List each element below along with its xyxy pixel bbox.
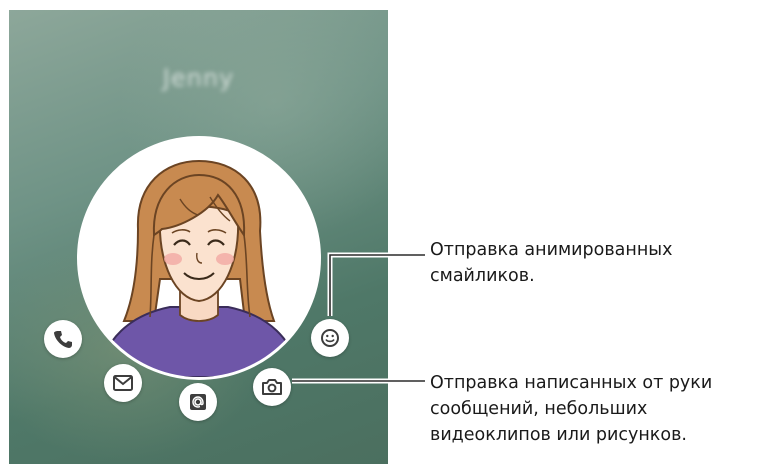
emoji-leader-line [329, 254, 425, 316]
camera-callout-line2: сообщений, небольших [430, 399, 648, 419]
camera-callout-line3: видеоклипов или рисунков. [430, 425, 687, 445]
emoji-callout-line1: Отправка анимированных [430, 240, 673, 260]
camera-callout: Отправка написанных от руки сообщений, н… [430, 370, 712, 448]
emoji-callout-line2: смайликов. [430, 266, 535, 286]
emoji-leader-line-outline [327, 252, 430, 316]
camera-callout-line1: Отправка написанных от руки [430, 373, 713, 393]
emoji-callout: Отправка анимированных смайликов. [430, 237, 672, 289]
